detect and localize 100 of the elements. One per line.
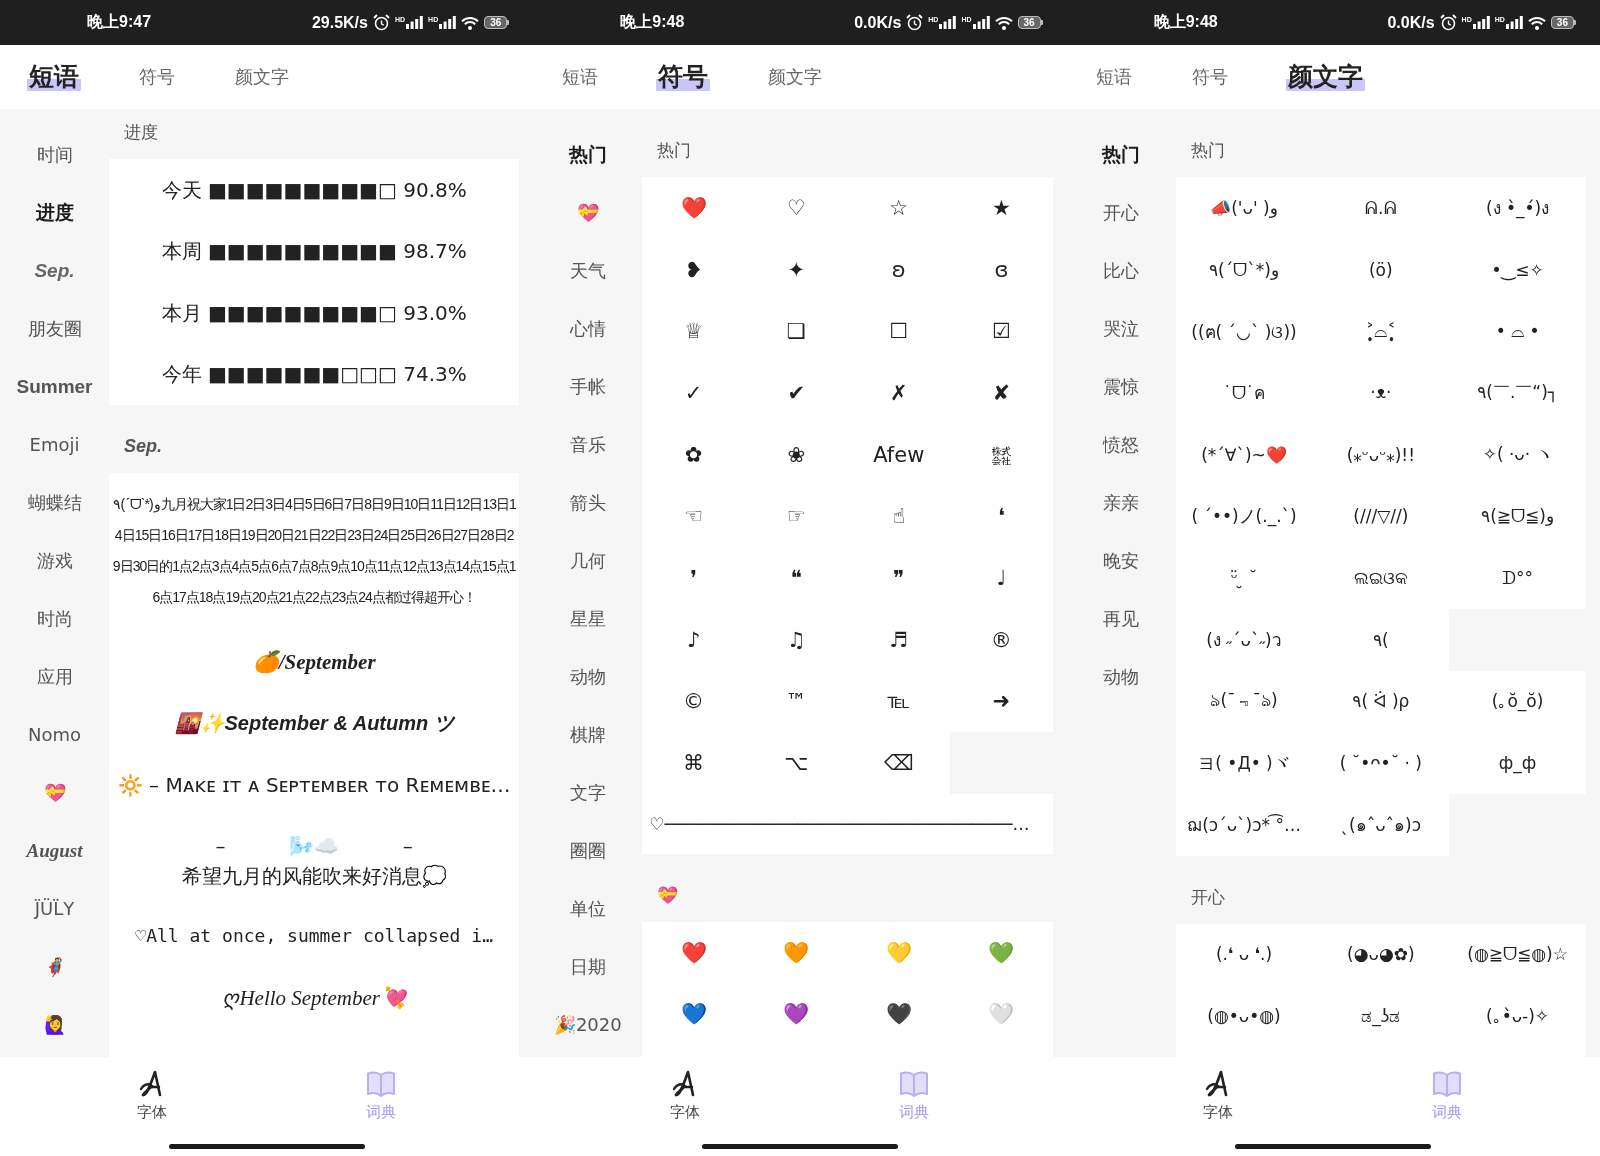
sidebar-item[interactable]: 🙋‍♀ <box>43 1013 66 1037</box>
sidebar-item[interactable]: 哭泣 <box>1103 317 1140 341</box>
symbol-item[interactable]: ☝ <box>847 485 951 548</box>
sidebar-item[interactable]: 单位 <box>569 897 606 921</box>
sidebar-item[interactable]: Emoji <box>29 433 80 457</box>
emoticon-item[interactable]: ٩(ˊᗜˋ*)و <box>1175 238 1313 301</box>
sidebar-item[interactable]: 音乐 <box>569 433 606 457</box>
emoticon-item[interactable]: •‿≤✧ <box>1449 238 1586 301</box>
symbol-item[interactable]: ♩ <box>950 547 1053 609</box>
emoticon-item[interactable]: ᵕ̈ ̮ ˘ <box>1175 547 1313 609</box>
emoticon-item[interactable]: (◕ᴗ◕✿) <box>1312 923 1450 986</box>
sidebar-item[interactable]: 开心 <box>1103 201 1140 225</box>
symbol-item[interactable]: ❥ <box>642 238 745 301</box>
emoticon-item[interactable]: (◍•ᴗ•◍) <box>1175 985 1313 1047</box>
symbol-item[interactable]: ♡ <box>744 177 848 239</box>
sidebar-item[interactable]: 箭头 <box>569 491 606 515</box>
emoticon-item[interactable]: ฌ(ɔ´ᴗ`)ɔ* ͡°… <box>1175 793 1313 856</box>
symbol-item[interactable]: ☆ <box>847 177 951 239</box>
emoticon-item[interactable]: ٩( <box>1312 608 1450 671</box>
phrase-text[interactable]: 本月 ■■■■■■■■■□ 93.0% <box>161 297 467 328</box>
sidebar-item[interactable]: 动物 <box>569 665 606 689</box>
category-tab[interactable]: 颜文字 <box>766 65 825 89</box>
sidebar-item[interactable]: 🦸 <box>43 955 66 979</box>
symbol-item[interactable]: ❜ <box>642 547 745 609</box>
symbol-item[interactable]: ❏ <box>744 300 848 363</box>
symbol-item[interactable]: ✓ <box>642 362 745 424</box>
category-tab[interactable]: 符号 <box>1189 65 1230 89</box>
category-tab[interactable]: 颜文字 <box>233 65 291 89</box>
phrase-text[interactable]: 今年 ■■■■■■■□□□ 74.3% <box>161 359 467 390</box>
symbol-item[interactable]: ♬ <box>847 608 951 671</box>
category-tab[interactable]: 颜文字 <box>1285 60 1365 94</box>
symbol-item[interactable]: ❀ <box>744 423 848 486</box>
emoticon-item[interactable]: ঌ(¯﹃¯ঌ) <box>1175 670 1313 733</box>
phrase-text[interactable]: 🔆 – Mᴀᴋᴇ ɪᴛ ᴀ Sᴇᴘᴛᴇᴍʙᴇʀ ᴛᴏ Rᴇᴍᴇᴍʙᴇ… <box>117 769 511 800</box>
symbol-item[interactable]: ♕ <box>642 300 745 363</box>
sidebar-item[interactable]: 手帐 <box>569 375 606 399</box>
sidebar-item[interactable]: 圈圈 <box>569 839 606 863</box>
sidebar-item[interactable]: 时尚 <box>36 607 73 631</box>
symbol-item[interactable]: ✗ <box>847 362 951 424</box>
emoticon-item[interactable]: (.❛ ᴗ ❛.) <box>1175 923 1313 986</box>
symbol-item[interactable]: ❞ <box>847 547 951 609</box>
category-tab[interactable]: 符号 <box>137 65 177 89</box>
emoticon-item[interactable]: (⁎ᵕᴗᵕ⁎)!! <box>1312 423 1450 486</box>
emoticon-item[interactable]: (ง •̀_•́)ง <box>1449 177 1586 239</box>
sidebar-item[interactable]: 星星 <box>569 607 606 631</box>
sidebar-item[interactable]: 进度 <box>35 201 74 225</box>
sidebar-item[interactable]: 日期 <box>569 955 606 979</box>
nav-tab[interactable]: 字体 <box>1203 1070 1234 1121</box>
symbol-item[interactable]: ☜ <box>642 485 745 548</box>
symbol-item[interactable]: 💜 <box>744 983 848 1046</box>
symbol-item[interactable]: ⌥ <box>744 732 848 794</box>
sidebar-item[interactable]: 晚安 <box>1103 549 1140 573</box>
sidebar-item[interactable]: 应用 <box>36 665 73 689</box>
symbol-item[interactable]: ✿ <box>642 423 745 486</box>
phrase-text[interactable]: – 🌬☁ – 希望九月的风能吹来好消息💭 <box>181 830 447 891</box>
symbol-item[interactable]: ℡ <box>847 670 951 733</box>
symbol-item[interactable]: ɞ <box>950 238 1053 301</box>
symbol-item[interactable]: ❤ <box>642 921 745 984</box>
emoticon-item[interactable]: (///▽//) <box>1312 485 1450 548</box>
phrase-text[interactable]: 今天 ■■■■■■■■■□ 90.8% <box>161 174 467 205</box>
sidebar-item[interactable]: 动物 <box>1103 665 1140 689</box>
sidebar-item[interactable]: 再见 <box>1103 607 1140 631</box>
symbol-item[interactable]: ✔ <box>744 362 848 424</box>
emoticon-item[interactable]: ᗪ°° <box>1449 547 1586 609</box>
phrase-text[interactable]: 本周 ■■■■■■■■■■ 98.7% <box>161 236 467 267</box>
sidebar-item[interactable]: Sep. <box>34 259 75 283</box>
emoticon-item[interactable]: • ⌓ • <box>1449 300 1586 363</box>
category-tab[interactable]: 短语 <box>1093 65 1134 89</box>
sidebar-item[interactable]: 文字 <box>569 781 606 805</box>
emoticon-item[interactable]: ଲଇଓକ <box>1312 547 1450 609</box>
sidebar-item[interactable]: 天气 <box>569 259 606 283</box>
symbol-item[interactable]: 💙 <box>642 983 745 1046</box>
emoticon-item[interactable]: ٩(≧ᗜ≦)و <box>1449 485 1586 548</box>
emoticon-item[interactable]: ᕱ.ᕱ <box>1312 177 1450 239</box>
symbol-item[interactable]: ⌘ <box>642 732 745 794</box>
symbol-item[interactable]: ✘ <box>950 362 1053 424</box>
emoticon-item[interactable]: (｡ŏ_ŏ) <box>1449 670 1586 733</box>
sidebar-item[interactable]: August <box>26 839 83 863</box>
symbol-item[interactable]: ® <box>950 608 1053 671</box>
emoticon-item[interactable]: ✧( ·ᴗ· ヽ <box>1449 423 1586 486</box>
symbol-item[interactable]: ✦ <box>744 238 848 301</box>
emoticon-item[interactable]: (ง ˶´ᴗ`˶)ว <box>1175 608 1313 671</box>
symbol-item[interactable]: ♫ <box>744 608 848 671</box>
symbol-item[interactable]: ❝ <box>744 547 848 609</box>
emoticon-item[interactable]: ಡ_ʖಡ <box>1312 985 1450 1047</box>
sidebar-item[interactable]: 亲亲 <box>1103 491 1140 515</box>
sidebar-item[interactable]: J̈ÜL̈Y <box>34 897 75 921</box>
symbol-item[interactable]: ☐ <box>847 300 951 363</box>
symbol-item[interactable]: ♡──────────────────────────────────… <box>642 793 1053 854</box>
emoticon-item[interactable]: (*´∀`)~❤ <box>1175 423 1313 486</box>
emoticon-item[interactable]: 📣('ᴗ' )و <box>1175 177 1313 239</box>
symbol-item[interactable]: ʚ <box>847 238 951 301</box>
sidebar-item[interactable]: 愤怒 <box>1103 433 1140 457</box>
sidebar-item[interactable]: 游戏 <box>36 549 73 573</box>
symbol-item[interactable]: ☞ <box>744 485 848 548</box>
phrase-text[interactable]: ٩(ˊᗜˋ*)و九月祝大家1日2日3日4日5日6日7日8日9日10日11日12日13日14日15日16日17日18日19日20日21日22日23日24日25日26日27日28日29日30日的1点2点3点4点5点6点7点8点9点10点11点12点13点14点15点16点17点18点19点20点21点22点23点24点都过得超开心！ <box>112 489 517 613</box>
emoticon-item[interactable]: (ö) <box>1312 238 1450 301</box>
symbol-item[interactable]: ⌫ <box>847 732 951 794</box>
symbol-item[interactable]: ❛ <box>950 485 1053 548</box>
symbol-item[interactable]: 🖤 <box>847 983 951 1046</box>
